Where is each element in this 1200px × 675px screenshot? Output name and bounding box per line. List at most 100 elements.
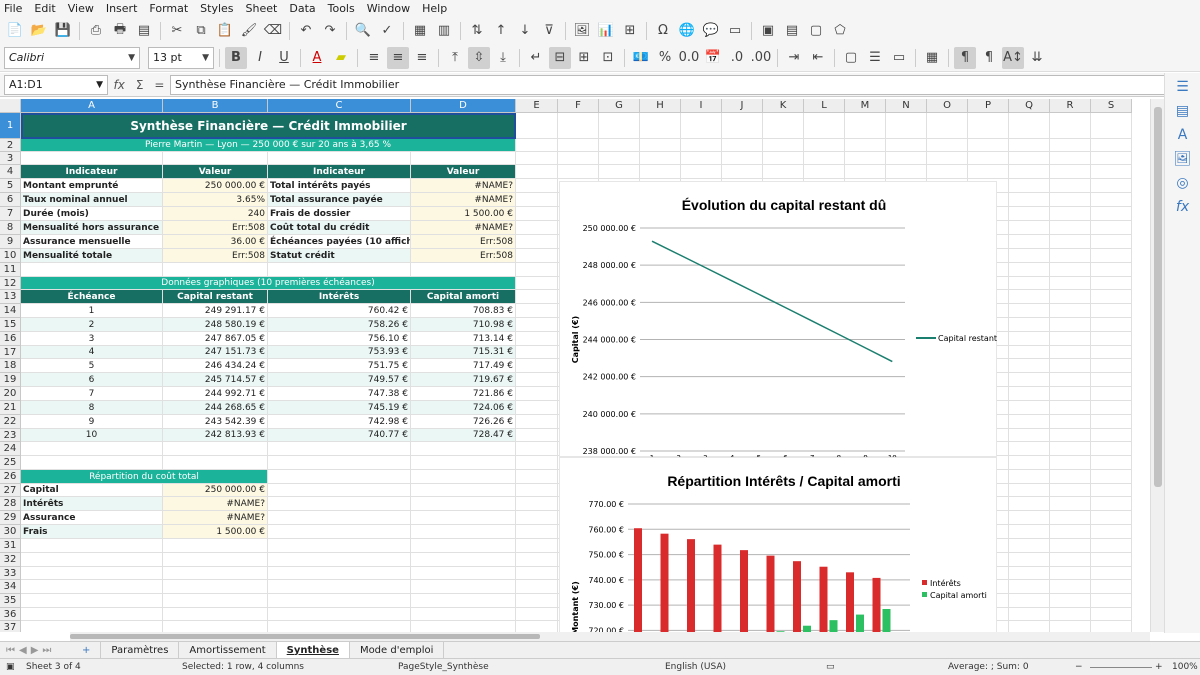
indicator-header[interactable]: Valeur xyxy=(411,165,516,179)
next-sheet-icon[interactable]: ▶ xyxy=(31,645,39,656)
col-header-e[interactable]: E xyxy=(516,99,558,113)
row-header-34[interactable]: 34 xyxy=(0,580,21,594)
grid-cell[interactable] xyxy=(516,511,558,525)
indicator-label[interactable]: Total assurance payée xyxy=(268,193,411,207)
grid-cell[interactable] xyxy=(1091,553,1132,567)
grid-cell[interactable] xyxy=(681,165,722,179)
schedule-cell[interactable]: 245 714.57 € xyxy=(163,373,268,387)
row-header-11[interactable]: 11 xyxy=(0,263,21,277)
grid-cell[interactable] xyxy=(516,373,558,387)
text-direction-icon[interactable]: A↕ xyxy=(1002,46,1024,69)
grid-cell[interactable] xyxy=(1091,621,1132,632)
schedule-cell[interactable]: 715.31 € xyxy=(411,346,516,359)
schedule-cell[interactable]: 242 813.93 € xyxy=(163,429,268,442)
row-header-8[interactable]: 8 xyxy=(0,221,21,235)
grid-cell[interactable] xyxy=(1050,139,1091,152)
grid-cell[interactable] xyxy=(1091,318,1132,332)
schedule-header[interactable]: Intérêts xyxy=(268,290,411,304)
grid-cell[interactable] xyxy=(268,470,411,484)
sheet-tab-1[interactable]: Amortissement xyxy=(179,641,277,659)
decrease-indent-icon[interactable]: ⇤ xyxy=(807,47,829,69)
font-size-combo[interactable]: 13 pt ▼ xyxy=(148,46,214,69)
grid-cell[interactable] xyxy=(516,470,558,484)
name-box[interactable]: A1:D1 ▼ xyxy=(4,74,108,95)
grid-cell[interactable] xyxy=(640,152,681,165)
col-header-j[interactable]: J xyxy=(722,99,763,113)
col-header-k[interactable]: K xyxy=(763,99,804,113)
grid-cell[interactable] xyxy=(763,139,804,152)
indicator-label[interactable]: Assurance mensuelle xyxy=(21,235,163,249)
font-name-combo[interactable]: Calibri ▼ xyxy=(4,46,140,69)
grid-cell[interactable] xyxy=(1091,359,1132,373)
grid-cell[interactable] xyxy=(516,401,558,415)
grid-cell[interactable] xyxy=(681,152,722,165)
grid-cell[interactable] xyxy=(558,152,599,165)
align-center-icon[interactable]: ≡ xyxy=(387,46,409,69)
row-header-1[interactable]: 1 xyxy=(0,113,21,139)
sheet-subtitle[interactable]: Pierre Martin — Lyon — 250 000 € sur 20 … xyxy=(21,139,516,152)
column-icon[interactable]: ▥ xyxy=(433,20,455,42)
grid-cell[interactable] xyxy=(1050,332,1091,346)
print-preview-icon[interactable]: ▤ xyxy=(133,20,155,42)
grid-cell[interactable] xyxy=(1091,221,1132,235)
grid-cell[interactable] xyxy=(1009,235,1050,249)
indicator-header[interactable]: Indicateur xyxy=(268,165,411,179)
grid-cell[interactable] xyxy=(1009,165,1050,179)
grid-cell[interactable] xyxy=(1009,373,1050,387)
menu-edit[interactable]: Edit xyxy=(34,2,55,15)
prev-sheet-icon[interactable]: ◀ xyxy=(19,645,27,656)
grid-cell[interactable] xyxy=(411,539,516,553)
grid-cell[interactable] xyxy=(516,304,558,318)
row-header-29[interactable]: 29 xyxy=(0,511,21,525)
vertical-scrollbar[interactable] xyxy=(1150,99,1164,632)
row-header-5[interactable]: 5 xyxy=(0,179,21,193)
grid-cell[interactable] xyxy=(516,497,558,511)
indicator-value[interactable]: 3.65% xyxy=(163,193,268,207)
schedule-cell[interactable]: 740.77 € xyxy=(268,429,411,442)
cost-label[interactable]: Capital xyxy=(21,484,163,497)
insert-chart-icon[interactable]: 📊 xyxy=(595,20,617,42)
grid-cell[interactable] xyxy=(1050,553,1091,567)
schedule-cell[interactable]: 745.19 € xyxy=(268,401,411,415)
menu-help[interactable]: Help xyxy=(422,2,447,15)
grid-cell[interactable] xyxy=(516,456,558,470)
grid-cell[interactable] xyxy=(1050,539,1091,553)
row-header-30[interactable]: 30 xyxy=(0,525,21,539)
grid-cell[interactable] xyxy=(1050,401,1091,415)
grid-cell[interactable] xyxy=(1009,113,1050,139)
row-header-36[interactable]: 36 xyxy=(0,608,21,621)
grid-cell[interactable] xyxy=(268,263,411,277)
increase-indent-icon[interactable]: ⇥ xyxy=(783,47,805,69)
grid-cell[interactable] xyxy=(845,165,886,179)
grid-cell[interactable] xyxy=(1091,401,1132,415)
grid-cell[interactable] xyxy=(516,235,558,249)
schedule-cell[interactable]: 6 xyxy=(21,373,163,387)
undo-icon[interactable]: ↶ xyxy=(295,20,317,42)
grid-cell[interactable] xyxy=(516,221,558,235)
row-header-15[interactable]: 15 xyxy=(0,318,21,332)
headers-footers-icon[interactable]: ▭ xyxy=(724,20,746,42)
row-header-17[interactable]: 17 xyxy=(0,346,21,359)
grid-cell[interactable] xyxy=(268,525,411,539)
schedule-cell[interactable]: 713.14 € xyxy=(411,332,516,346)
grid-cell[interactable] xyxy=(1050,290,1091,304)
grid-cell[interactable] xyxy=(804,139,845,152)
grid-cell[interactable] xyxy=(268,553,411,567)
grid-cell[interactable] xyxy=(681,139,722,152)
grid-cell[interactable] xyxy=(1091,165,1132,179)
schedule-cell[interactable]: 724.06 € xyxy=(411,401,516,415)
indicator-value[interactable]: 240 xyxy=(163,207,268,221)
export-pdf-icon[interactable]: ⎙ xyxy=(85,20,107,42)
row-header-4[interactable]: 4 xyxy=(0,165,21,179)
grid-cell[interactable] xyxy=(411,525,516,539)
grid-cell[interactable] xyxy=(1050,442,1091,456)
grid-cell[interactable] xyxy=(722,113,763,139)
schedule-cell[interactable]: 758.26 € xyxy=(268,318,411,332)
redo-icon[interactable]: ↷ xyxy=(319,20,341,42)
grid-cell[interactable] xyxy=(681,113,722,139)
sort-descending-icon[interactable]: ↓ xyxy=(514,20,536,42)
grid-cell[interactable] xyxy=(516,484,558,497)
schedule-cell[interactable]: 244 268.65 € xyxy=(163,401,268,415)
grid-cell[interactable] xyxy=(1009,539,1050,553)
print-icon[interactable]: 🖶 xyxy=(109,20,131,42)
